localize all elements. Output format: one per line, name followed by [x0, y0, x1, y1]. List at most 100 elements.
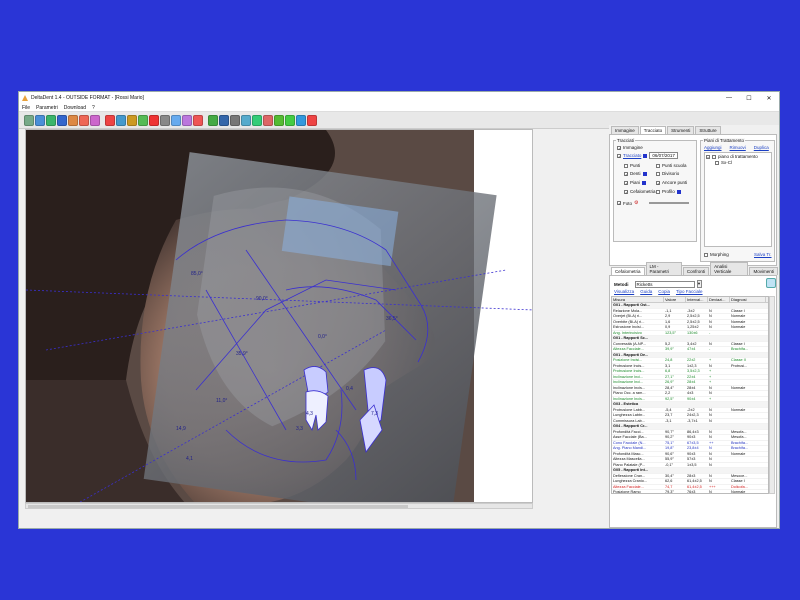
copia-link[interactable]: Copia — [658, 289, 670, 294]
crop-icon[interactable] — [90, 114, 100, 126]
brightness-icon[interactable] — [105, 114, 115, 126]
compare-icon[interactable] — [263, 114, 273, 126]
filter-icon[interactable] — [138, 114, 148, 126]
aggiungi-link[interactable]: Aggiungi — [704, 145, 722, 150]
profile-icon[interactable] — [208, 114, 218, 126]
table-cell — [708, 402, 730, 407]
tracciato-color-swatch[interactable] — [643, 153, 648, 158]
menu-file[interactable]: File — [22, 105, 30, 111]
layer-icon[interactable] — [219, 114, 229, 126]
table-row[interactable]: Posizione Ramo 79,3° 76±3 N Normale — [612, 490, 768, 493]
ancore-checkbox[interactable]: ✓ — [656, 180, 660, 185]
flip-icon[interactable] — [79, 114, 89, 126]
tracciato-checkbox[interactable]: ✓ — [617, 153, 621, 158]
confirm-icon[interactable] — [285, 114, 295, 126]
viewer-horizontal-scrollbar[interactable] — [25, 503, 533, 509]
table-cell: Protrusione Labb... — [613, 407, 646, 412]
piani-color-swatch[interactable] — [642, 180, 647, 185]
report-icon[interactable] — [252, 114, 262, 126]
header-diagnosi[interactable]: Diagnosi — [730, 297, 766, 302]
table-cell — [686, 336, 708, 341]
immagine-checkbox[interactable]: ✓ — [617, 145, 621, 150]
table-cell: Altezza Facciale... — [613, 347, 644, 351]
foto-checkbox[interactable]: ✓ — [617, 201, 621, 206]
open-icon[interactable] — [24, 114, 34, 126]
close-button[interactable]: ✕ — [759, 95, 779, 102]
header-valore[interactable]: Valore — [664, 297, 686, 302]
rotate-icon[interactable] — [68, 114, 78, 126]
foto-settings-icon[interactable]: ⚙ — [634, 200, 638, 206]
guida-link[interactable]: Guida — [640, 289, 652, 294]
piani-checkbox[interactable]: ✓ — [624, 180, 628, 185]
tracciato-link[interactable]: Tracciato — [623, 153, 641, 158]
menu-help[interactable]: ? — [92, 105, 95, 111]
tab-analisi-verticale[interactable]: Analisi Verticale — [710, 262, 749, 275]
table-cell: Normale — [731, 451, 746, 456]
redo-icon[interactable] — [57, 114, 67, 126]
svg-text:0,0°: 0,0° — [318, 334, 327, 340]
settings-icon[interactable] — [296, 114, 306, 126]
duplica-link[interactable]: Duplica — [754, 145, 769, 150]
print-icon[interactable] — [230, 114, 240, 126]
tipo-facciale-link[interactable]: Tipo Facciale — [676, 289, 703, 294]
tree-child-checkbox[interactable] — [715, 160, 719, 165]
tab-lm-parametri[interactable]: LM - Parametri — [645, 262, 682, 275]
menu-parametri[interactable]: Parametri — [36, 105, 58, 111]
table-scrollbar[interactable] — [769, 296, 775, 494]
header-deviazione[interactable]: Deviazi... — [708, 297, 730, 302]
tree-root-label[interactable]: piano di trattamento — [718, 154, 758, 159]
zoom-icon[interactable] — [149, 114, 159, 126]
profilo-checkbox[interactable] — [656, 189, 660, 194]
undo-icon[interactable] — [46, 114, 56, 126]
measure-icon[interactable] — [160, 114, 170, 126]
scrollbar-thumb[interactable] — [28, 505, 408, 508]
header-intervallo[interactable]: Interval... — [686, 297, 708, 302]
maximize-button[interactable]: ☐ — [739, 95, 759, 102]
tab-confronti[interactable]: Confronti — [682, 267, 710, 275]
grid-icon[interactable] — [171, 114, 181, 126]
canvas-blank — [474, 130, 532, 502]
metodi-select[interactable]: Ricketts — [634, 280, 695, 288]
lips-icon[interactable] — [193, 114, 203, 126]
opacity-slider[interactable] — [648, 202, 689, 204]
contrast-icon[interactable] — [116, 114, 126, 126]
menu-download[interactable]: Download — [64, 105, 86, 111]
image-viewer[interactable]: 90,0° 36,5° 11,0° 0,0° 35,9° 85,0° 4,3 7… — [25, 129, 533, 503]
tooth-icon[interactable] — [182, 114, 192, 126]
visualizza-link[interactable]: Visualizza — [614, 289, 634, 294]
xray-overlay-canvas[interactable]: 90,0° 36,5° 11,0° 0,0° 35,9° 85,0° 4,3 7… — [26, 130, 533, 503]
date-field[interactable]: 06/07/2017 — [649, 152, 678, 159]
exit-icon[interactable] — [307, 114, 317, 126]
tree-expand-icon[interactable]: − — [706, 154, 710, 159]
table-cell: G01 - Rapporti Sc... — [613, 336, 649, 340]
color-icon[interactable] — [127, 114, 137, 126]
cefalometria-checkbox[interactable]: ✓ — [624, 189, 628, 194]
tab-tracciato[interactable]: Tracciato — [639, 126, 667, 134]
tab-immagine[interactable]: Immagine — [611, 126, 639, 134]
tab-cefalometria[interactable]: Cefalometria — [611, 267, 645, 275]
table-cell: 67±3,5 — [687, 440, 699, 445]
refresh-icon[interactable] — [766, 278, 776, 288]
tab-movimenti[interactable]: Movimenti — [749, 267, 778, 275]
profilo-color-swatch[interactable] — [676, 189, 681, 194]
denti-color-swatch[interactable] — [642, 171, 647, 176]
tab-strutture[interactable]: Strutture — [695, 126, 721, 134]
tree-child-label[interactable]: Sx-Cl — [721, 160, 732, 165]
rimuovi-link[interactable]: Rimuovi — [730, 145, 746, 150]
salva-link[interactable]: Salva Tr. — [754, 252, 772, 257]
header-misura[interactable]: Misura — [612, 297, 664, 302]
export-icon[interactable] — [241, 114, 251, 126]
morphing-checkbox[interactable] — [704, 252, 708, 257]
denti-checkbox[interactable]: ✓ — [624, 171, 628, 176]
chevron-down-icon[interactable]: ▾ — [696, 280, 702, 288]
check-icon[interactable] — [274, 114, 284, 126]
table-cell: G05 - Rapporti Int... — [613, 468, 649, 472]
svg-text:90,0°: 90,0° — [256, 296, 268, 302]
tab-strumenti[interactable]: Strumenti — [667, 126, 695, 134]
save-icon[interactable] — [35, 114, 45, 126]
divisorio-checkbox[interactable] — [656, 171, 660, 176]
punti-scuola-checkbox[interactable] — [656, 163, 660, 168]
punti-checkbox[interactable] — [624, 163, 628, 168]
minimize-button[interactable]: — — [719, 95, 739, 101]
tree-root-checkbox[interactable] — [712, 154, 716, 159]
